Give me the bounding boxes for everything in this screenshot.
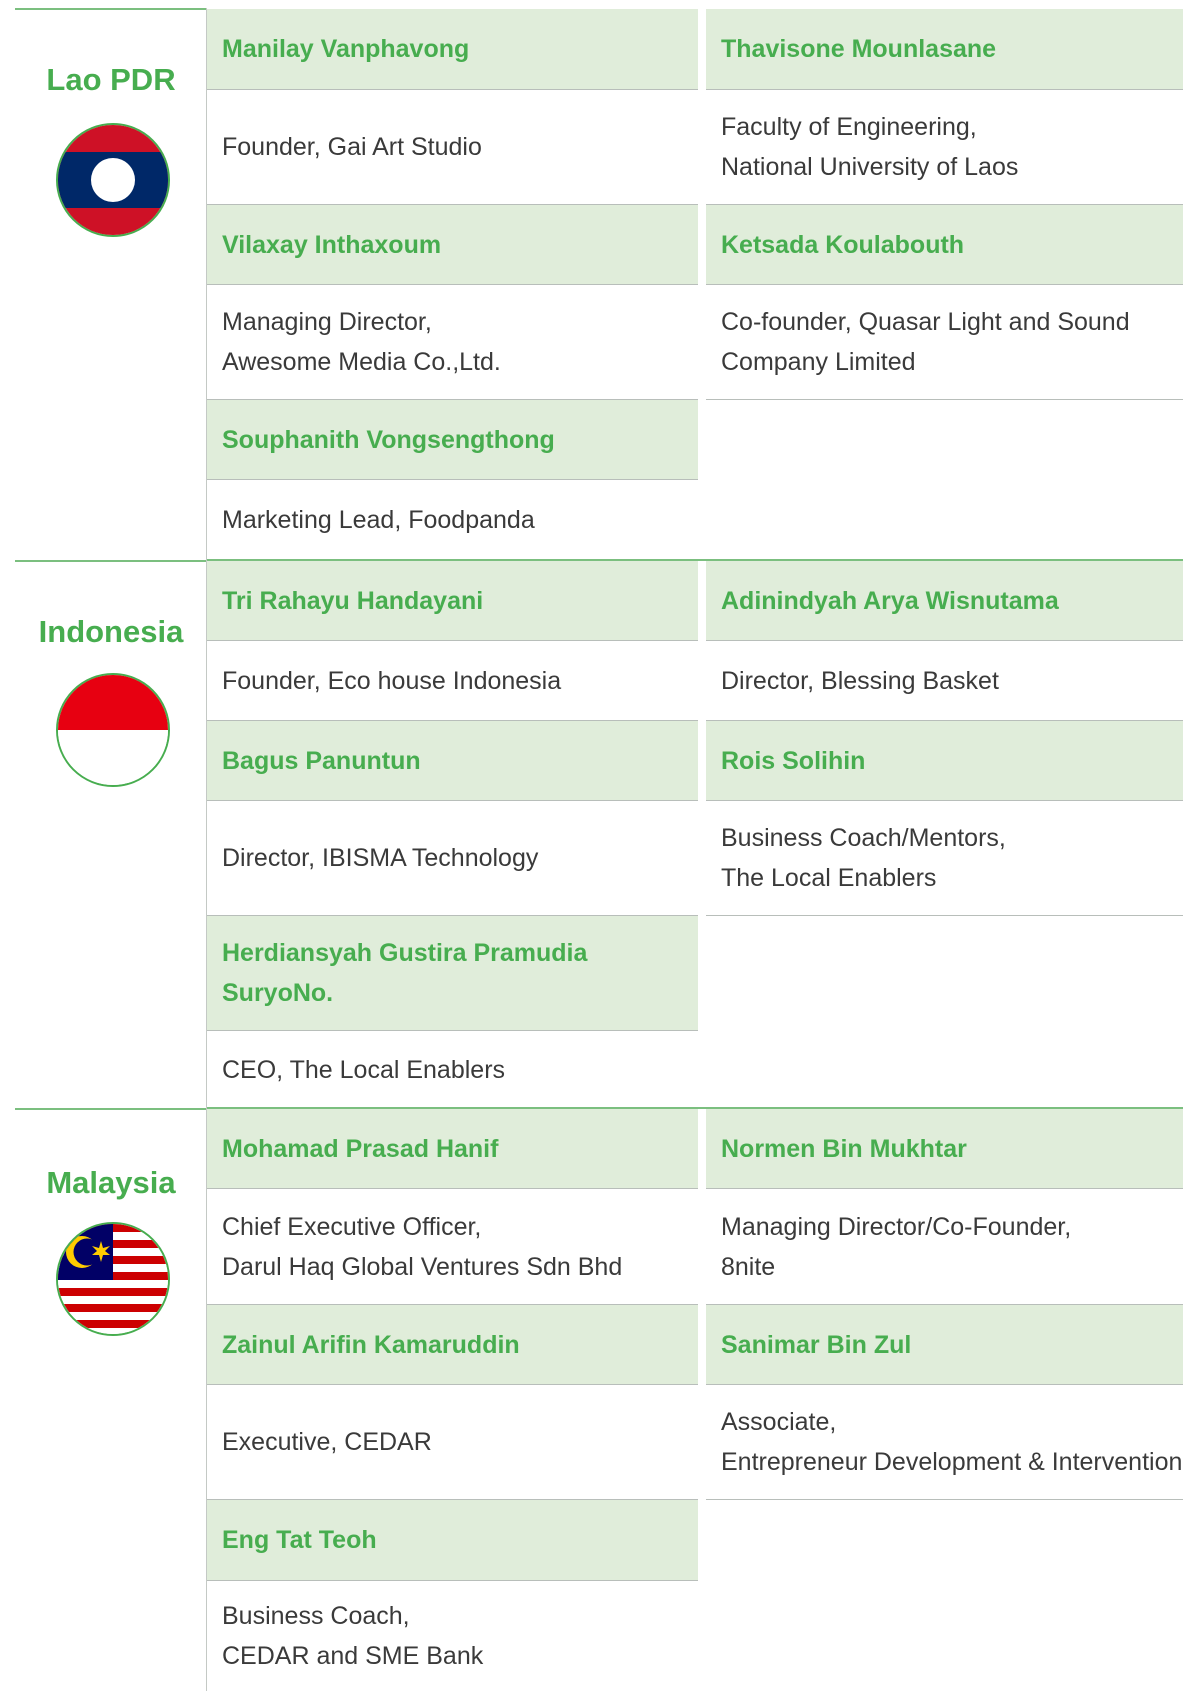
person-role: Business Coach, CEDAR and SME Bank [222,1602,484,1670]
person-name: Normen Bin Mukhtar [706,1109,1183,1189]
malaysia-flag-icon [56,1222,170,1336]
indonesia-flag-icon [56,673,170,787]
section-divider [15,560,206,562]
person-name: Vilaxay Inthaxoum [207,205,698,285]
person-name: Zainul Arifin Kamaruddin [207,1305,698,1385]
lao-flag-icon [56,123,170,237]
person-role: Co-founder, Quasar Light and Sound Compa… [706,285,1183,400]
country-name-malaysia: Malaysia [46,1165,176,1200]
person-role: Executive, CEDAR [207,1385,698,1500]
person-name: Sanimar Bin Zul [706,1305,1183,1385]
person-role: Faculty of Engineering, National Univers… [706,90,1183,205]
person-name: Tri Rahayu Handayani [207,561,698,641]
person-name: Herdiansyah Gustira Pramudia SuryoNo. [207,916,698,1031]
person-role: Director, Blessing Basket [706,641,1183,721]
section-divider [15,1108,206,1110]
person-role: Marketing Lead, Foodpanda [222,506,535,534]
person-role: Founder, Gai Art Studio [207,90,698,205]
person-role: CEO, The Local Enablers [222,1055,506,1084]
person-role: Director, IBISMA Technology [207,801,698,916]
person-name: Manilay Vanphavong [207,9,698,90]
person-name: Souphanith Vongsengthong [207,400,698,480]
section-divider [15,8,206,10]
person-name: Rois Solihin [706,721,1183,801]
person-role: Associate, Entrepreneur Development & In… [706,1385,1183,1500]
person-name: Mohamad Prasad Hanif [207,1109,698,1189]
person-name: Ketsada Koulabouth [706,205,1183,285]
person-role: Chief Executive Officer, Darul Haq Globa… [207,1189,698,1305]
person-role: Founder, Eco house Indonesia [207,641,698,721]
person-name: Bagus Panuntun [207,721,698,801]
person-name: Thavisone Mounlasane [706,9,1183,90]
country-name-indonesia: Indonesia [38,614,184,649]
person-role: Business Coach/Mentors, The Local Enable… [706,801,1183,916]
person-name: Eng Tat Teoh [207,1500,698,1581]
person-role: Managing Director/Co-Founder, 8nite [706,1189,1183,1305]
person-role: Managing Director, Awesome Media Co.,Ltd… [207,285,698,400]
country-name-lao: Lao PDR [46,62,176,97]
person-name: Adinindyah Arya Wisnutama [706,561,1183,641]
